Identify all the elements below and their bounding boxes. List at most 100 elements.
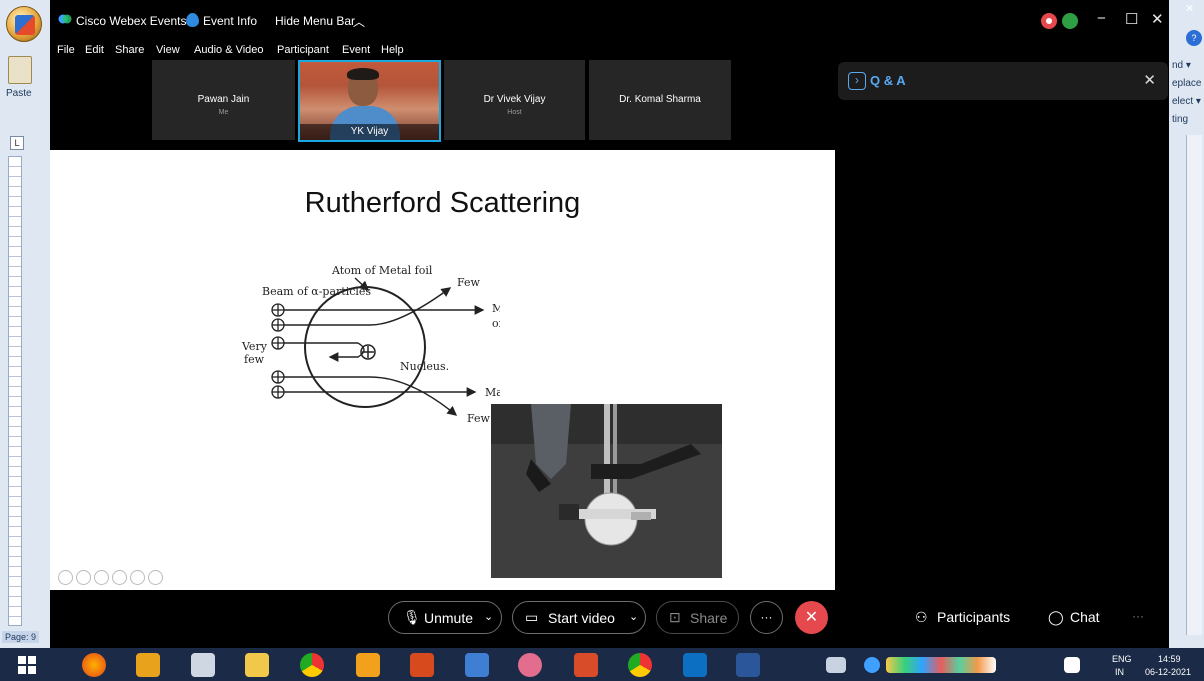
vertical-ruler <box>8 156 22 626</box>
presentation-icon[interactable] <box>574 653 598 677</box>
word-scrollbar[interactable] <box>1186 135 1202 635</box>
close-icon[interactable]: ✕ <box>1151 10 1164 28</box>
pen-app-icon[interactable] <box>191 653 215 677</box>
zoom-icon[interactable] <box>130 570 145 585</box>
leave-meeting-button[interactable]: ✕ <box>795 601 828 634</box>
select-label[interactable]: elect ▾ <box>1172 96 1201 107</box>
apparatus-image <box>491 404 722 578</box>
participants-button[interactable]: Participants <box>937 609 1010 625</box>
title-bar: Cisco Webex Events Event Info Hide Menu … <box>50 0 1169 42</box>
participant-name: YK Vijay <box>300 124 439 140</box>
video-off-icon: ▭ <box>525 609 539 625</box>
share-button[interactable]: ⊡ Share <box>656 601 739 634</box>
system-tray-icons[interactable] <box>886 657 996 673</box>
keyboard-icon[interactable] <box>826 657 846 673</box>
pdf-icon[interactable] <box>356 653 380 677</box>
more-options-button[interactable]: ··· <box>750 601 783 634</box>
word-close-icon[interactable]: ✕ <box>1185 2 1194 15</box>
help-icon[interactable]: ? <box>1186 30 1202 46</box>
replace-label[interactable]: eplace <box>1172 78 1201 89</box>
label-few: few <box>244 353 265 366</box>
menu-icon[interactable] <box>148 570 163 585</box>
unmute-button[interactable]: 🎙 Unmute ⌄ <box>388 601 502 634</box>
pages-icon[interactable] <box>112 570 127 585</box>
maximize-icon[interactable]: ☐ <box>1125 10 1138 28</box>
label-majority-top: Majority <box>492 302 500 315</box>
overflow-button[interactable]: ··· <box>1132 609 1144 623</box>
windows-taskbar <box>0 648 1204 681</box>
menu-file[interactable]: File <box>57 44 75 56</box>
clock-time[interactable]: 14:59 <box>1158 654 1181 664</box>
event-info-button[interactable]: Event Info <box>203 14 257 28</box>
menu-view[interactable]: View <box>156 44 180 56</box>
participant-name: Pawan Jain <box>197 94 250 105</box>
webex-logo-icon <box>58 14 72 24</box>
share-label: Share <box>690 610 728 626</box>
page-indicator[interactable]: Page: 9 <box>2 631 40 643</box>
prev-icon[interactable] <box>58 570 73 585</box>
qa-close-icon[interactable]: ✕ <box>1143 71 1156 89</box>
chat-button[interactable]: Chat <box>1070 609 1100 625</box>
menu-audio-video[interactable]: Audio & Video <box>194 44 264 56</box>
chevron-down-icon[interactable]: ⌄ <box>484 610 493 623</box>
participant-tile-vivek[interactable]: Dr Vivek Vijay Host <box>444 60 585 140</box>
matlab-icon[interactable] <box>410 653 434 677</box>
menu-event[interactable]: Event <box>342 44 370 56</box>
windows-start-icon[interactable] <box>18 656 36 674</box>
webex-window: Cisco Webex Events Event Info Hide Menu … <box>50 0 1169 648</box>
menu-help[interactable]: Help <box>381 44 404 56</box>
slide-title: Rutherford Scattering <box>304 187 581 219</box>
chrome-icon[interactable] <box>300 653 324 677</box>
notification-flag-icon[interactable] <box>1064 657 1080 673</box>
participants-icon[interactable]: ⚇ <box>915 609 928 626</box>
recording-icon[interactable] <box>1041 13 1057 29</box>
paste-icon[interactable] <box>8 56 32 84</box>
language-line-1[interactable]: ENG <box>1112 654 1132 664</box>
unmute-label: Unmute <box>424 610 474 626</box>
menu-edit[interactable]: Edit <box>85 44 104 56</box>
label-beam: Beam of α-particles <box>262 285 371 298</box>
find-label[interactable]: nd ▾ <box>1172 60 1191 71</box>
tab-stop-selector[interactable]: L <box>10 136 24 150</box>
next-icon[interactable] <box>76 570 91 585</box>
participant-role: Host <box>507 109 522 116</box>
event-info-icon[interactable] <box>186 13 199 27</box>
expand-icon[interactable]: › <box>848 72 866 90</box>
office-button[interactable] <box>6 6 42 42</box>
participant-role: Me <box>218 109 229 116</box>
label-atom: Atom of Metal foil <box>331 264 433 277</box>
pen-icon[interactable] <box>94 570 109 585</box>
participant-tile-komal[interactable]: Dr. Komal Sharma <box>589 60 731 140</box>
menu-participant[interactable]: Participant <box>277 44 329 56</box>
sublime-icon[interactable] <box>136 653 160 677</box>
start-video-button[interactable]: ▭ Start video ⌄ <box>512 601 646 634</box>
word-icon[interactable] <box>736 653 760 677</box>
participant-video-yk-vijay[interactable]: YK Vijay <box>298 60 441 142</box>
webex-taskbar-icon[interactable] <box>683 653 707 677</box>
minimize-icon[interactable]: − <box>1097 10 1106 27</box>
rutherford-diagram: Atom of Metal foil Beam of α-particles F… <box>241 264 500 425</box>
help-tray-icon[interactable] <box>864 657 880 673</box>
network-health-icon[interactable] <box>1062 13 1078 29</box>
chevron-down-icon[interactable]: ⌄ <box>629 610 638 623</box>
chrome-profile-icon[interactable] <box>628 653 652 677</box>
firefox-icon[interactable] <box>82 653 106 677</box>
word-left-pane: Paste L Page: 9 <box>0 0 50 648</box>
app-title: Cisco Webex Events <box>76 14 187 28</box>
menu-share[interactable]: Share <box>115 44 144 56</box>
python-icon[interactable] <box>465 653 489 677</box>
language-line-2[interactable]: IN <box>1115 667 1124 677</box>
file-explorer-icon[interactable] <box>245 653 269 677</box>
chat-icon[interactable]: ◯ <box>1048 609 1064 626</box>
label-majority-bottom: Majority <box>485 386 500 399</box>
clock-date[interactable]: 06-12-2021 <box>1145 667 1191 677</box>
hide-menu-bar-button[interactable]: Hide Menu Bar <box>275 14 355 28</box>
app-icon[interactable] <box>518 653 542 677</box>
chevron-up-icon[interactable]: ︿ <box>353 13 365 30</box>
label-majority-top-2: of α-rays <box>492 317 500 330</box>
paste-label: Paste <box>6 88 32 99</box>
qa-label[interactable]: Q & A <box>870 73 906 88</box>
participant-tile-pawan[interactable]: Pawan Jain Me <box>152 60 295 140</box>
label-few-top: Few <box>457 276 481 289</box>
participant-video-hair <box>347 68 379 80</box>
